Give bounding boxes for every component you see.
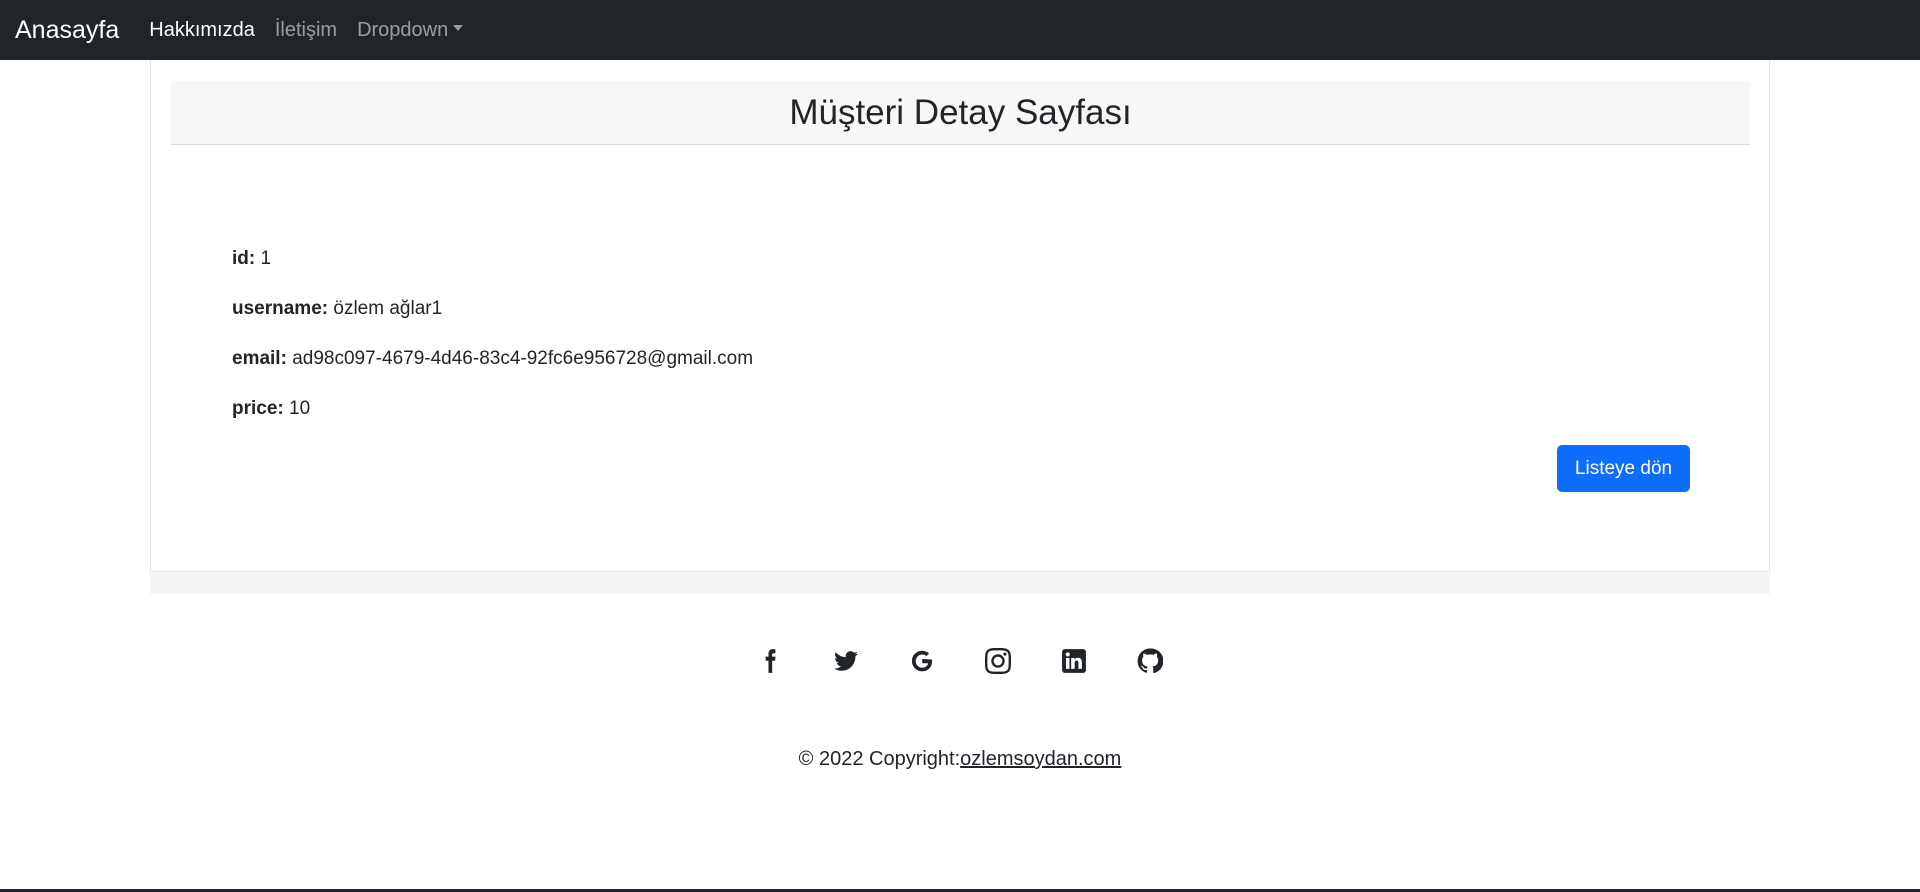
- google-icon: [911, 650, 933, 672]
- github-icon: [1137, 648, 1163, 674]
- field-username-label: username:: [232, 298, 329, 319]
- linkedin-link[interactable]: [1036, 644, 1112, 678]
- twitter-link[interactable]: [808, 644, 884, 678]
- field-price: price: 10: [232, 398, 310, 420]
- caret-down-icon: [453, 25, 464, 32]
- nav-dropdown-toggle[interactable]: Dropdown: [357, 18, 464, 42]
- google-link[interactable]: [884, 644, 960, 678]
- field-email-value: ad98c097-4679-4d46-83c4-92fc6e956728@gma…: [292, 348, 754, 369]
- facebook-link[interactable]: [732, 644, 808, 678]
- instagram-link[interactable]: [960, 644, 1036, 678]
- instagram-icon: [985, 648, 1011, 674]
- copyright-site-link[interactable]: ozlemsoydan.com: [960, 748, 1121, 770]
- github-link[interactable]: [1112, 644, 1188, 678]
- top-navbar: Anasayfa Hakkımızda İletişim Dropdown: [0, 0, 1920, 60]
- back-to-list-button[interactable]: Listeye dön: [1557, 445, 1690, 492]
- field-price-value: 10: [289, 398, 311, 419]
- field-email: email: ad98c097-4679-4d46-83c4-92fc6e956…: [232, 348, 753, 370]
- card-footer-strip: [150, 572, 1770, 594]
- field-username: username: özlem ağlar1: [232, 298, 442, 320]
- card-header: Müşteri Detay Sayfası: [171, 81, 1750, 145]
- field-price-label: price:: [232, 398, 284, 419]
- nav-link-about[interactable]: Hakkımızda: [149, 19, 255, 42]
- brand-link[interactable]: Anasayfa: [15, 16, 119, 45]
- social-links: [0, 644, 1920, 678]
- nav-link-contact[interactable]: İletişim: [275, 19, 337, 42]
- field-id: id: 1: [232, 248, 271, 270]
- facebook-icon: [765, 649, 776, 673]
- linkedin-icon: [1062, 649, 1086, 673]
- page-title: Müşteri Detay Sayfası: [789, 92, 1132, 132]
- copyright-text: © 2022 Copyright:: [798, 748, 961, 770]
- field-id-label: id:: [232, 248, 256, 269]
- customer-detail-card: Müşteri Detay Sayfası id: 1 username: öz…: [150, 60, 1770, 572]
- field-email-label: email:: [232, 348, 287, 369]
- field-id-value: 1: [260, 248, 272, 269]
- twitter-icon: [834, 651, 858, 671]
- nav-dropdown-label: Dropdown: [357, 18, 449, 41]
- copyright: © 2022 Copyright:ozlemsoydan.com: [0, 748, 1920, 771]
- field-username-value: özlem ağlar1: [333, 298, 443, 319]
